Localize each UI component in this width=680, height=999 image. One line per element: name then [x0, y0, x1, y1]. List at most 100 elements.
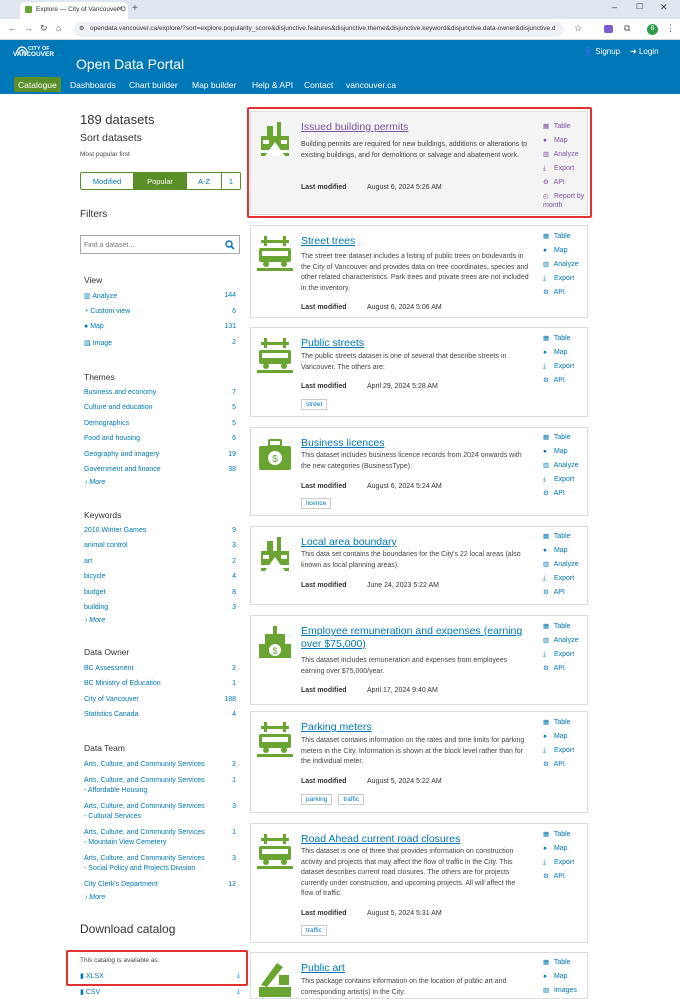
nav-map-builder[interactable]: Map builder — [192, 80, 236, 90]
dataset-action-map[interactable]: ● Map — [543, 348, 587, 362]
dataset-title-link[interactable]: Street trees — [301, 235, 527, 248]
extension-icon[interactable] — [604, 25, 613, 33]
sort-modified-button[interactable]: Modified — [81, 173, 134, 189]
filter-owner-item[interactable]: BC Assessment 2 — [84, 665, 236, 677]
dataset-action-export[interactable]: ⤓ Export — [543, 746, 587, 760]
sort-popular-button[interactable]: Popular — [134, 173, 187, 189]
filter-theme-item[interactable]: Business and economy 7 — [84, 389, 236, 401]
dataset-action-map[interactable]: ● Map — [543, 732, 587, 746]
dataset-title-link[interactable]: Parking meters — [301, 721, 527, 734]
nav-catalogue[interactable]: Catalogue — [14, 77, 61, 92]
dataset-action-analyze[interactable]: ▥ Analyze — [543, 260, 587, 274]
new-tab-icon[interactable]: + — [132, 3, 138, 14]
dataset-title-link[interactable]: Road Ahead current road closures — [301, 833, 527, 846]
dataset-action-api[interactable]: ⚙ API — [543, 588, 587, 602]
keywords-more-link[interactable]: › More — [85, 617, 105, 624]
search-icon[interactable] — [225, 240, 235, 250]
dataset-title-link[interactable]: Business licences — [301, 437, 527, 450]
filter-theme-item[interactable]: Demographics 5 — [84, 420, 236, 432]
nav-contact[interactable]: Contact — [304, 80, 333, 90]
dataset-search-input[interactable] — [84, 239, 214, 251]
filter-team-item[interactable]: City Clerk's Department 12 — [84, 881, 236, 892]
filter-theme-item[interactable]: Geography and imagery 19 — [84, 451, 236, 463]
filter-keyword-item[interactable]: 2010 Winter Games 9 — [84, 527, 236, 539]
dataset-action-table[interactable]: ▦ Table — [543, 622, 587, 636]
dataset-action-export[interactable]: ⤓ Export — [543, 475, 587, 489]
address-bar[interactable]: ⚙ opendata.vancouver.ca/explore/?sort=ex… — [74, 22, 564, 37]
dataset-action-table[interactable]: ▦ Table — [543, 334, 587, 348]
filter-view-analyze[interactable]: ▥ Analyze 144 — [84, 292, 236, 304]
filter-keyword-item[interactable]: bicycle 4 — [84, 573, 236, 585]
dataset-action-map[interactable]: ● Map — [543, 972, 587, 986]
dataset-action-map[interactable]: ● Map — [543, 447, 587, 461]
filter-theme-item[interactable]: Government and finance 38 — [84, 466, 236, 478]
filter-owner-item[interactable]: Statistics Canada 4 — [84, 711, 236, 723]
filter-keyword-item[interactable]: building 3 — [84, 604, 236, 616]
filter-team-item-line2[interactable]: - Cultural Services — [84, 813, 236, 824]
dataset-action-api[interactable]: ⚙ API — [543, 376, 587, 390]
dataset-action-table[interactable]: ▦ Table — [543, 958, 587, 972]
filter-theme-item[interactable]: Culture and education 5 — [84, 404, 236, 416]
dataset-action-api[interactable]: ⚙ API — [543, 760, 587, 774]
profile-avatar[interactable]: B — [647, 24, 658, 35]
filter-view-map[interactable]: ● Map 131 — [84, 323, 236, 335]
keyword-tag[interactable]: traffic — [338, 794, 365, 805]
filter-keyword-item[interactable]: animal control 3 — [84, 542, 236, 554]
dataset-action-export[interactable]: ⤓ Export — [543, 574, 587, 588]
keyword-tag[interactable]: traffic — [301, 925, 327, 936]
nav-help-api[interactable]: Help & API — [252, 80, 293, 90]
dataset-action-api[interactable]: ⚙ API — [543, 489, 587, 503]
keyword-tag[interactable]: parking — [301, 794, 333, 805]
filter-keyword-item[interactable]: budget 8 — [84, 589, 236, 601]
dataset-action-table[interactable]: ▦ Table — [543, 532, 587, 546]
dataset-action-api[interactable]: ⚙ API — [543, 288, 587, 302]
home-icon[interactable]: ⌂ — [56, 23, 61, 33]
dataset-action-table[interactable]: ▦ Table — [543, 433, 587, 447]
dataset-title-link[interactable]: Local area boundary — [301, 536, 527, 549]
dataset-action-api[interactable]: ⚙ API — [543, 872, 587, 886]
download-csv-link[interactable]: ▮ CSV ⤓ — [80, 988, 240, 996]
dataset-action-table[interactable]: ▦ Table — [543, 830, 587, 844]
dataset-title-link[interactable]: Public art — [301, 962, 527, 975]
filter-owner-item[interactable]: BC Ministry of Education 1 — [84, 680, 236, 692]
dataset-action-export[interactable]: ⤓ Export — [543, 274, 587, 288]
filter-team-item-line2[interactable]: - Social Policy and Projects Division — [84, 865, 236, 876]
dataset-action-table[interactable]: ▦ Table — [543, 718, 587, 732]
filter-keyword-item[interactable]: art 2 — [84, 558, 236, 570]
extensions-puzzle-icon[interactable]: ⧉ — [624, 23, 630, 34]
filter-view-image[interactable]: ▨ Image 2 — [84, 339, 236, 351]
city-logo[interactable]: CITY OF VANCOUVER — [13, 45, 54, 58]
sort-az-button[interactable]: A-Z — [187, 173, 222, 189]
dataset-title-link[interactable]: Public streets — [301, 337, 527, 350]
dataset-action-export[interactable]: ⤓ Export — [543, 362, 587, 376]
keyword-tag[interactable]: licence — [301, 498, 332, 509]
dataset-action-table[interactable]: ▦ Table — [543, 232, 587, 246]
dataset-action-analyze[interactable]: ▥ Analyze — [543, 560, 587, 574]
bookmark-star-icon[interactable]: ☆ — [574, 23, 582, 34]
login-link[interactable]: ➜ Login — [630, 47, 659, 56]
dataset-action-api[interactable]: ⚙ API — [543, 664, 587, 678]
dataset-action-analyze[interactable]: ▥ Analyze — [543, 636, 587, 650]
download-icon[interactable]: ⤓ — [237, 988, 240, 996]
close-tab-icon[interactable]: ✕ — [117, 5, 123, 13]
filter-owner-item[interactable]: City of Vancouver 188 — [84, 696, 236, 708]
dataset-action-export[interactable]: ⤓ Export — [543, 858, 587, 872]
forward-icon[interactable]: → — [24, 23, 33, 33]
minimize-icon[interactable]: – — [612, 2, 617, 12]
dataset-action-images[interactable]: ▨ Images — [543, 986, 587, 999]
filter-view-custom-view[interactable]: ◔ Custom view 6 — [84, 308, 236, 320]
dataset-title-link[interactable]: Employee remuneration and expenses (earn… — [301, 625, 527, 651]
filter-team-item[interactable]: Arts, Culture, and Community Services 2 — [84, 761, 236, 772]
portal-title[interactable]: Open Data Portal — [76, 56, 184, 72]
nav-vancouver-ca[interactable]: vancouver.ca — [346, 80, 396, 90]
dataset-action-map[interactable]: ● Map — [543, 844, 587, 858]
sort-direction-button[interactable]: 1 — [222, 173, 240, 189]
back-icon[interactable]: ← — [8, 23, 17, 33]
filter-team-item-line2[interactable]: - Affordable Housing — [84, 787, 236, 798]
dataset-action-map[interactable]: ● Map — [543, 546, 587, 560]
dataset-action-map[interactable]: ● Map — [543, 246, 587, 260]
keyword-tag[interactable]: street — [301, 399, 328, 410]
reload-icon[interactable]: ↻ — [40, 23, 48, 34]
dataset-action-export[interactable]: ⤓ Export — [543, 650, 587, 664]
browser-menu-icon[interactable]: ⋮ — [666, 23, 675, 34]
